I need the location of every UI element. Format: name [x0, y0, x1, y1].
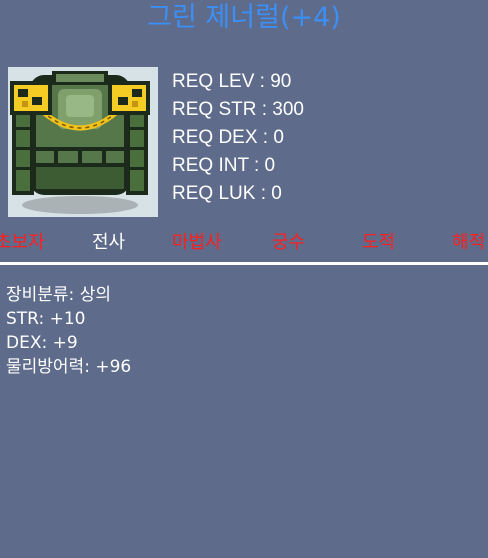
item-name: 그린 제너럴(+4): [147, 2, 341, 33]
item-icon-frame: [8, 67, 158, 217]
stat-category: 장비분류: 상의: [6, 285, 111, 305]
stat-defense: 물리방어력: +96: [6, 357, 132, 377]
job-beginner: 초보자: [0, 232, 45, 253]
req-luk: REQ LUK : 0: [172, 183, 282, 204]
job-bowman: 궁수: [272, 232, 306, 253]
armor-icon: [10, 71, 150, 214]
requirements-list: REQ LEV : 90 REQ STR : 300 REQ DEX : 0 R…: [172, 68, 304, 208]
req-str: REQ STR : 300: [172, 99, 304, 120]
stat-dex: DEX: +9: [6, 333, 78, 353]
divider: [0, 262, 488, 265]
req-dex: REQ DEX : 0: [172, 127, 284, 148]
job-thief: 도적: [362, 232, 396, 253]
job-requirements: 초보자 전사 마법사 궁수 도적 해적: [0, 228, 488, 258]
job-pirate: 해적: [452, 232, 486, 253]
req-level: REQ LEV : 90: [172, 71, 292, 92]
job-warrior: 전사: [92, 232, 126, 253]
stat-str: STR: +10: [6, 309, 86, 329]
job-magician: 마법사: [172, 232, 222, 253]
req-int: REQ INT : 0: [172, 155, 276, 176]
item-stats: 장비분류: 상의 STR: +10 DEX: +9 물리방어력: +96: [6, 283, 131, 379]
